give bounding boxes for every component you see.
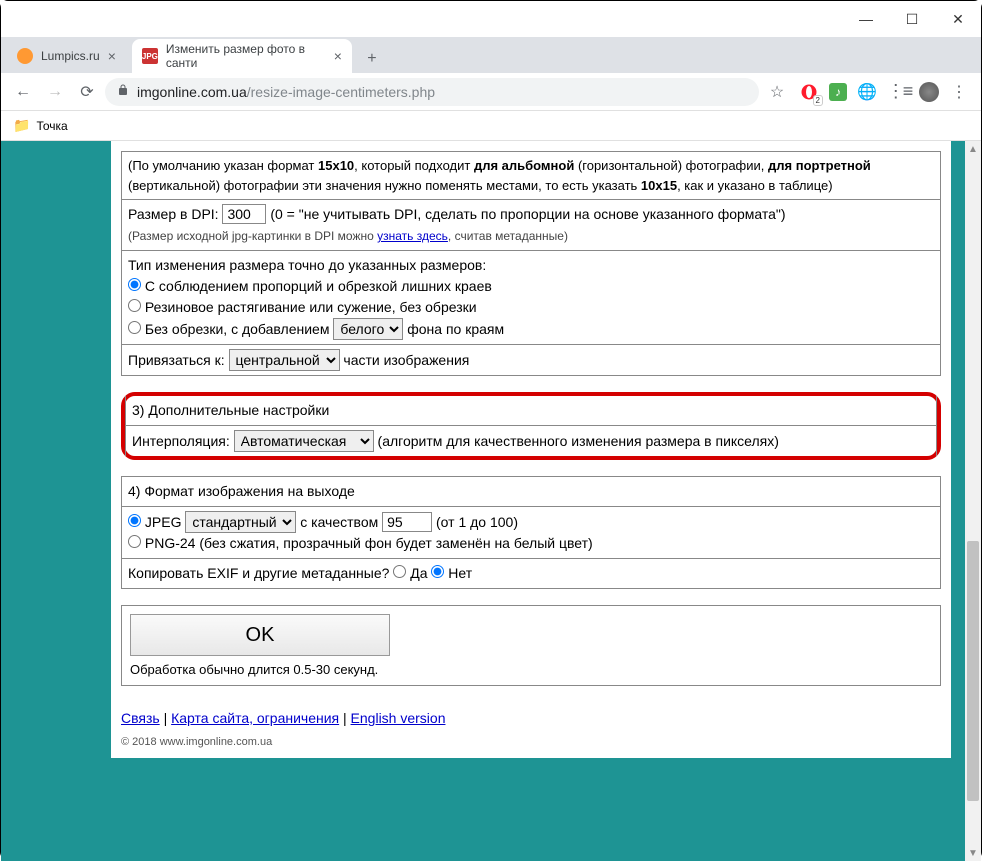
address-bar: ← → ⟳ imgonline.com.ua/resize-image-cent… bbox=[1, 73, 981, 111]
jpeg-radio[interactable] bbox=[128, 514, 141, 527]
padding-color-select[interactable]: белого bbox=[333, 318, 403, 340]
default-format-note: (По умолчанию указан формат 15x10, котор… bbox=[122, 152, 940, 200]
interpolation-label: Интерполяция: bbox=[132, 433, 230, 449]
output-format-row: JPEG стандартный с качеством (от 1 до 10… bbox=[122, 507, 940, 559]
window-minimize-button[interactable]: — bbox=[843, 1, 889, 37]
dpi-input[interactable] bbox=[222, 204, 266, 224]
window-close-button[interactable]: ✕ bbox=[935, 1, 981, 37]
browser-tabs: Lumpics.ru × JPG Изменить размер фото в … bbox=[1, 37, 981, 73]
anchor-label: Привязаться к: bbox=[128, 352, 225, 368]
exif-yes-radio[interactable] bbox=[393, 565, 406, 578]
section-4-output-format: 4) Формат изображения на выходе JPEG ста… bbox=[121, 476, 941, 589]
dpi-note: (0 = "не учитывать DPI, сделать по пропо… bbox=[270, 206, 785, 222]
interpolation-row: Интерполяция: Автоматическая (алгоритм д… bbox=[126, 426, 936, 456]
bookmarks-bar: 📁 Точка bbox=[1, 111, 981, 141]
dpi-row: Размер в DPI: (0 = "не учитывать DPI, сд… bbox=[122, 200, 940, 251]
url-input[interactable]: imgonline.com.ua/resize-image-centimeter… bbox=[105, 78, 759, 106]
resize-crop-radio[interactable] bbox=[128, 278, 141, 291]
exif-no-option[interactable]: Нет bbox=[431, 565, 472, 581]
favicon-icon: JPG bbox=[142, 48, 158, 64]
tab-close-icon[interactable]: × bbox=[334, 48, 342, 64]
ok-button[interactable]: OK bbox=[130, 614, 390, 656]
star-icon[interactable]: ☆ bbox=[763, 78, 791, 106]
forward-button[interactable]: → bbox=[41, 78, 69, 106]
exif-no-radio[interactable] bbox=[431, 565, 444, 578]
interpolation-note: (алгоритм для качественного изменения ра… bbox=[378, 433, 779, 449]
resize-type-row: Тип изменения размера точно до указанных… bbox=[122, 251, 940, 345]
png-radio[interactable] bbox=[128, 535, 141, 548]
jpeg-quality-input[interactable] bbox=[382, 512, 432, 532]
footer-contact-link[interactable]: Связь bbox=[121, 710, 160, 726]
dpi-info-link[interactable]: узнать здесь bbox=[377, 229, 448, 243]
menu-button[interactable]: ⋮ bbox=[945, 78, 973, 106]
interpolation-select[interactable]: Автоматическая bbox=[234, 430, 374, 452]
resize-option-crop[interactable]: С соблюдением пропорций и обрезкой лишни… bbox=[128, 278, 492, 294]
reload-button[interactable]: ⟳ bbox=[73, 78, 101, 106]
resize-type-label: Тип изменения размера точно до указанных… bbox=[128, 257, 486, 273]
extension-opera-icon[interactable]: 2 bbox=[797, 80, 821, 104]
tab-imgonline[interactable]: JPG Изменить размер фото в санти × bbox=[132, 39, 352, 73]
url-path: /resize-image-centimeters.php bbox=[247, 84, 435, 100]
exif-row: Копировать EXIF и другие метаданные? Да … bbox=[122, 559, 940, 588]
profile-avatar[interactable] bbox=[919, 82, 939, 102]
extension-badge: 2 bbox=[813, 95, 823, 106]
url-domain: imgonline.com.ua bbox=[137, 84, 247, 100]
scrollbar-thumb[interactable] bbox=[967, 541, 979, 801]
anchor-select[interactable]: центральной bbox=[229, 349, 340, 371]
section-4-title: 4) Формат изображения на выходе bbox=[122, 477, 940, 507]
png-option[interactable]: PNG-24 (без сжатия, прозрачный фон будет… bbox=[128, 535, 593, 551]
tab-title: Изменить размер фото в санти bbox=[166, 42, 326, 70]
scroll-up-arrow[interactable]: ▲ bbox=[965, 141, 981, 157]
new-tab-button[interactable]: + bbox=[358, 45, 386, 73]
section-3-highlight: 3) Дополнительные настройки Интерполяция… bbox=[121, 392, 941, 460]
reading-list-icon[interactable]: ⋮≡ bbox=[885, 78, 913, 106]
submit-section: OK Обработка обычно длится 0.5-30 секунд… bbox=[121, 605, 941, 686]
exif-yes-option[interactable]: Да bbox=[393, 565, 427, 581]
section-3-title: 3) Дополнительные настройки bbox=[126, 396, 936, 426]
dpi-label: Размер в DPI: bbox=[128, 206, 219, 222]
window-titlebar: — ☐ ✕ bbox=[1, 1, 981, 37]
extension-music-icon[interactable]: ♪ bbox=[829, 83, 847, 101]
footer-sitemap-link[interactable]: Карта сайта, ограничения bbox=[171, 710, 339, 726]
tab-close-icon[interactable]: × bbox=[108, 48, 116, 64]
page-viewport: (По умолчанию указан формат 15x10, котор… bbox=[1, 141, 981, 861]
lock-icon bbox=[117, 84, 129, 99]
page-content: (По умолчанию указан формат 15x10, котор… bbox=[111, 141, 951, 758]
tab-title: Lumpics.ru bbox=[41, 49, 100, 63]
jpeg-type-select[interactable]: стандартный bbox=[185, 511, 296, 533]
scroll-down-arrow[interactable]: ▼ bbox=[965, 845, 981, 861]
tab-lumpics[interactable]: Lumpics.ru × bbox=[7, 39, 126, 73]
exif-label: Копировать EXIF и другие метаданные? bbox=[128, 565, 389, 581]
resize-option-stretch[interactable]: Резиновое растягивание или сужение, без … bbox=[128, 299, 477, 315]
vertical-scrollbar[interactable]: ▲ ▼ bbox=[965, 141, 981, 861]
footer-english-link[interactable]: English version bbox=[351, 710, 446, 726]
anchor-row: Привязаться к: центральной части изображ… bbox=[122, 345, 940, 375]
resize-stretch-radio[interactable] bbox=[128, 299, 141, 312]
resize-option-padding[interactable]: Без обрезки, с добавлением белого фона п… bbox=[128, 321, 504, 337]
resize-padding-radio[interactable] bbox=[128, 321, 141, 334]
back-button[interactable]: ← bbox=[9, 78, 37, 106]
extension-globe-icon[interactable]: 🌐 bbox=[855, 80, 879, 104]
jpeg-option[interactable]: JPEG стандартный с качеством (от 1 до 10… bbox=[128, 514, 518, 530]
copyright-text: © 2018 www.imgonline.com.ua bbox=[121, 736, 941, 748]
processing-note: Обработка обычно длится 0.5-30 секунд. bbox=[130, 662, 378, 677]
bookmark-item[interactable]: Точка bbox=[36, 119, 67, 133]
footer-links: Связь | Карта сайта, ограничения | Engli… bbox=[121, 710, 941, 726]
window-maximize-button[interactable]: ☐ bbox=[889, 1, 935, 37]
section-size-settings: (По умолчанию указан формат 15x10, котор… bbox=[121, 151, 941, 376]
folder-icon: 📁 bbox=[13, 117, 30, 134]
favicon-icon bbox=[17, 48, 33, 64]
anchor-label-suffix: части изображения bbox=[343, 352, 469, 368]
